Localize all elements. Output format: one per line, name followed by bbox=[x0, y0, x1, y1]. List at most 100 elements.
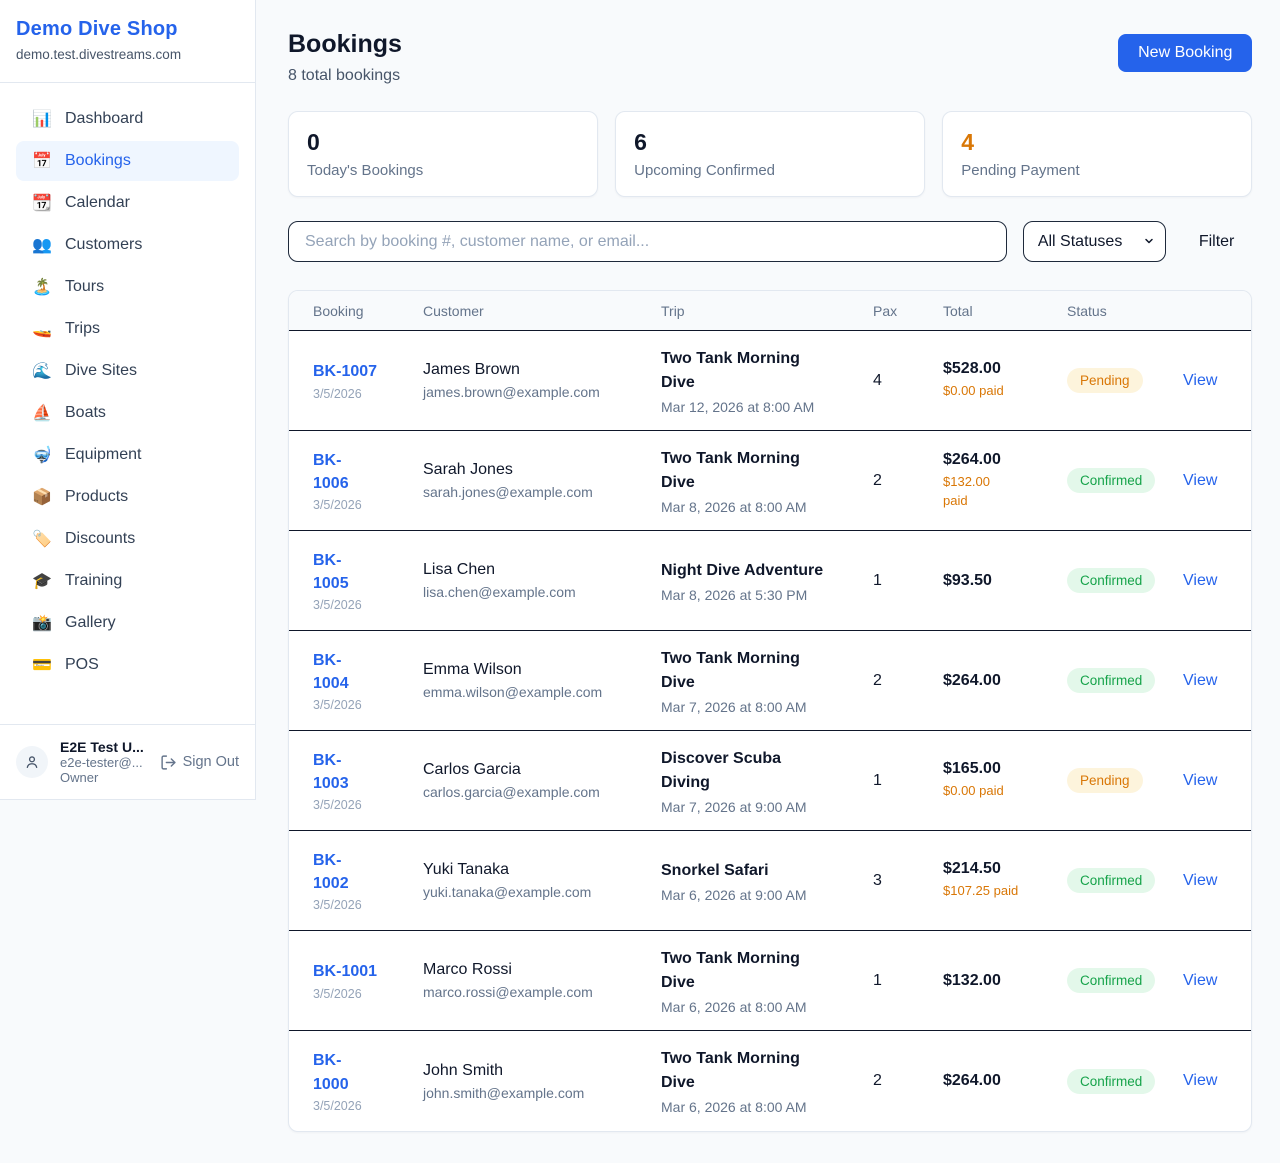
view-link[interactable]: View bbox=[1183, 372, 1217, 389]
sidebar-item-tours[interactable]: 🏝️ Tours bbox=[16, 267, 239, 307]
sidebar-item-bookings[interactable]: 📅 Bookings bbox=[16, 141, 239, 181]
logout-icon bbox=[160, 754, 177, 771]
trip-date: Mar 7, 2026 at 8:00 AM bbox=[661, 699, 863, 715]
table-header-row: Booking Customer Trip Pax Total Status bbox=[289, 291, 1251, 331]
booking-id-link[interactable]: BK- 1004 bbox=[313, 649, 413, 695]
table-row: BK- 1005 3/5/2026 Lisa Chen lisa.chen@ex… bbox=[289, 531, 1251, 631]
filter-button[interactable]: Filter bbox=[1181, 233, 1253, 251]
stat-label: Pending Payment bbox=[961, 162, 1233, 179]
total-amount: $214.50 bbox=[943, 860, 1057, 878]
view-link[interactable]: View bbox=[1183, 472, 1217, 489]
view-link[interactable]: View bbox=[1183, 872, 1217, 889]
status-badge: Pending bbox=[1067, 368, 1143, 393]
customer-name: Yuki Tanaka bbox=[423, 861, 651, 879]
stat-label: Today's Bookings bbox=[307, 162, 579, 179]
user-role: Owner bbox=[60, 770, 148, 785]
customer-email: yuki.tanaka@example.com bbox=[423, 884, 651, 900]
sidebar-item-discounts[interactable]: 🏷️ Discounts bbox=[16, 519, 239, 559]
sidebar-item-dashboard[interactable]: 📊 Dashboard bbox=[16, 99, 239, 139]
avatar bbox=[16, 746, 48, 778]
view-link[interactable]: View bbox=[1183, 572, 1217, 589]
customer-email: carlos.garcia@example.com bbox=[423, 784, 651, 800]
pax-count: 1 bbox=[873, 572, 943, 590]
column-header-pax: Pax bbox=[873, 303, 943, 319]
table-row: BK-1007 3/5/2026 James Brown james.brown… bbox=[289, 331, 1251, 431]
booking-id-link[interactable]: BK- 1005 bbox=[313, 549, 413, 595]
table-row: BK-1001 3/5/2026 Marco Rossi marco.rossi… bbox=[289, 931, 1251, 1031]
column-header-status: Status bbox=[1067, 303, 1183, 319]
column-header-customer: Customer bbox=[423, 303, 661, 319]
customer-email: lisa.chen@example.com bbox=[423, 584, 651, 600]
filter-bar: All Statuses Filter bbox=[288, 221, 1252, 262]
customer-email: marco.rossi@example.com bbox=[423, 984, 651, 1000]
trip-date: Mar 8, 2026 at 5:30 PM bbox=[661, 587, 863, 603]
sidebar-item-calendar[interactable]: 📆 Calendar bbox=[16, 183, 239, 223]
sidebar-item-label: Dive Sites bbox=[65, 362, 137, 380]
booking-id-link[interactable]: BK-1001 bbox=[313, 960, 413, 983]
sidebar-item-dive-sites[interactable]: 🌊 Dive Sites bbox=[16, 351, 239, 391]
status-filter-select[interactable]: All Statuses bbox=[1023, 221, 1166, 262]
view-link[interactable]: View bbox=[1183, 972, 1217, 989]
customer-email: emma.wilson@example.com bbox=[423, 684, 651, 700]
sidebar-header: Demo Dive Shop demo.test.divestreams.com bbox=[0, 0, 255, 83]
camera-icon: 📸 bbox=[32, 613, 52, 633]
sidebar-item-training[interactable]: 🎓 Training bbox=[16, 561, 239, 601]
trip-date: Mar 8, 2026 at 8:00 AM bbox=[661, 499, 863, 515]
pax-count: 1 bbox=[873, 772, 943, 790]
search-input[interactable] bbox=[288, 221, 1007, 262]
table-row: BK- 1003 3/5/2026 Carlos Garcia carlos.g… bbox=[289, 731, 1251, 831]
trip-name: Two Tank Morning Dive bbox=[661, 647, 811, 695]
booking-date: 3/5/2026 bbox=[313, 1099, 413, 1113]
sign-out-button[interactable]: Sign Out bbox=[160, 754, 239, 771]
trip-name: Night Dive Adventure bbox=[661, 559, 863, 583]
status-filter-wrap: All Statuses bbox=[1023, 221, 1166, 262]
people-icon: 👥 bbox=[32, 235, 52, 255]
sidebar-item-label: Products bbox=[65, 488, 128, 506]
view-link[interactable]: View bbox=[1183, 672, 1217, 689]
total-amount: $264.00 bbox=[943, 451, 1057, 469]
status-badge: Confirmed bbox=[1067, 668, 1155, 693]
sidebar-item-trips[interactable]: 🚤 Trips bbox=[16, 309, 239, 349]
shop-domain: demo.test.divestreams.com bbox=[16, 47, 239, 62]
sidebar-item-pos[interactable]: 💳 POS bbox=[16, 645, 239, 685]
booking-date: 3/5/2026 bbox=[313, 898, 413, 912]
new-booking-button[interactable]: New Booking bbox=[1118, 34, 1252, 72]
total-amount: $264.00 bbox=[943, 1072, 1057, 1090]
trip-name: Two Tank Morning Dive bbox=[661, 447, 811, 495]
customer-email: sarah.jones@example.com bbox=[423, 484, 651, 500]
booking-date: 3/5/2026 bbox=[313, 387, 413, 401]
trip-date: Mar 6, 2026 at 9:00 AM bbox=[661, 887, 863, 903]
trip-date: Mar 6, 2026 at 8:00 AM bbox=[661, 999, 863, 1015]
booking-id-link[interactable]: BK- 1003 bbox=[313, 749, 413, 795]
view-link[interactable]: View bbox=[1183, 1072, 1217, 1089]
table-row: BK- 1006 3/5/2026 Sarah Jones sarah.jone… bbox=[289, 431, 1251, 531]
tag-icon: 🏷️ bbox=[32, 529, 52, 549]
stat-value: 6 bbox=[634, 129, 906, 156]
stat-value: 4 bbox=[961, 129, 1233, 156]
user-icon bbox=[24, 754, 40, 770]
sidebar-item-label: Bookings bbox=[65, 152, 131, 170]
sidebar-item-label: Trips bbox=[65, 320, 100, 338]
speedboat-icon: 🚤 bbox=[32, 319, 52, 339]
booking-id-link[interactable]: BK- 1002 bbox=[313, 849, 413, 895]
sidebar-item-boats[interactable]: ⛵ Boats bbox=[16, 393, 239, 433]
booking-id-link[interactable]: BK- 1006 bbox=[313, 449, 413, 495]
pax-count: 2 bbox=[873, 472, 943, 490]
column-header-booking: Booking bbox=[313, 303, 423, 319]
paid-amount: $132.00 paid bbox=[943, 473, 1057, 509]
graduation-cap-icon: 🎓 bbox=[32, 571, 52, 591]
booking-id-link[interactable]: BK- 1000 bbox=[313, 1049, 413, 1095]
user-name: E2E Test U... bbox=[60, 739, 148, 755]
pax-count: 1 bbox=[873, 972, 943, 990]
tear-off-calendar-icon: 📆 bbox=[32, 193, 52, 213]
sign-out-label: Sign Out bbox=[183, 754, 239, 770]
status-badge: Confirmed bbox=[1067, 968, 1155, 993]
sidebar-item-customers[interactable]: 👥 Customers bbox=[16, 225, 239, 265]
sidebar-item-products[interactable]: 📦 Products bbox=[16, 477, 239, 517]
status-badge: Confirmed bbox=[1067, 868, 1155, 893]
booking-date: 3/5/2026 bbox=[313, 598, 413, 612]
view-link[interactable]: View bbox=[1183, 772, 1217, 789]
sidebar-item-equipment[interactable]: 🤿 Equipment bbox=[16, 435, 239, 475]
sidebar-item-gallery[interactable]: 📸 Gallery bbox=[16, 603, 239, 643]
booking-id-link[interactable]: BK-1007 bbox=[313, 360, 413, 383]
